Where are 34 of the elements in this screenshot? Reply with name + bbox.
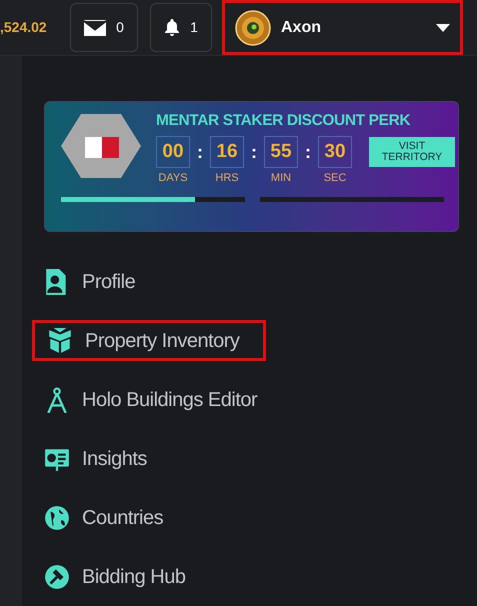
countdown-value: 00 bbox=[156, 136, 190, 168]
time-separator: : bbox=[304, 141, 312, 164]
caret-icon bbox=[436, 24, 450, 32]
countdown-value: 55 bbox=[264, 136, 298, 168]
menu-item[interactable]: Insights bbox=[44, 429, 304, 488]
notifications-button[interactable]: 1 bbox=[150, 3, 212, 52]
time-separator: : bbox=[250, 141, 258, 164]
menu-item[interactable]: Bidding Hub bbox=[44, 547, 304, 606]
countdown-unit: HRS bbox=[215, 171, 239, 186]
avatar-icon bbox=[235, 10, 271, 46]
countdown-value: 30 bbox=[318, 136, 352, 168]
menu-item[interactable]: Holo Buildings Editor bbox=[44, 370, 304, 429]
flag-hexagon-icon bbox=[61, 114, 141, 178]
globe-icon bbox=[44, 504, 70, 530]
countdown-unit: DAYS bbox=[158, 171, 188, 186]
messages-button[interactable]: 0 bbox=[70, 3, 138, 52]
notification-count: 1 bbox=[190, 18, 198, 37]
countdown-value: 16 bbox=[210, 136, 244, 168]
user-name: Axon bbox=[281, 18, 322, 38]
gavel-icon bbox=[44, 564, 70, 590]
box-icon bbox=[47, 328, 73, 354]
countdown-unit: SEC bbox=[324, 171, 346, 186]
bell-icon bbox=[164, 18, 180, 36]
message-count: 0 bbox=[116, 18, 124, 37]
user-menu-button[interactable]: Axon bbox=[222, 0, 463, 55]
menu-item[interactable]: Profile bbox=[44, 252, 304, 311]
menu-item[interactable]: Property Inventory bbox=[32, 320, 266, 361]
menu-item[interactable]: Countries bbox=[44, 488, 304, 547]
time-separator: : bbox=[196, 141, 204, 164]
perk-title: MENTAR STAKER DISCOUNT PERK bbox=[156, 112, 412, 130]
countdown-unit: MIN bbox=[270, 171, 292, 186]
mail-icon bbox=[84, 20, 106, 36]
balance-amount: ,524.02 bbox=[0, 18, 48, 37]
visit-territory-button[interactable]: VISIT TERRITORY bbox=[369, 137, 455, 167]
